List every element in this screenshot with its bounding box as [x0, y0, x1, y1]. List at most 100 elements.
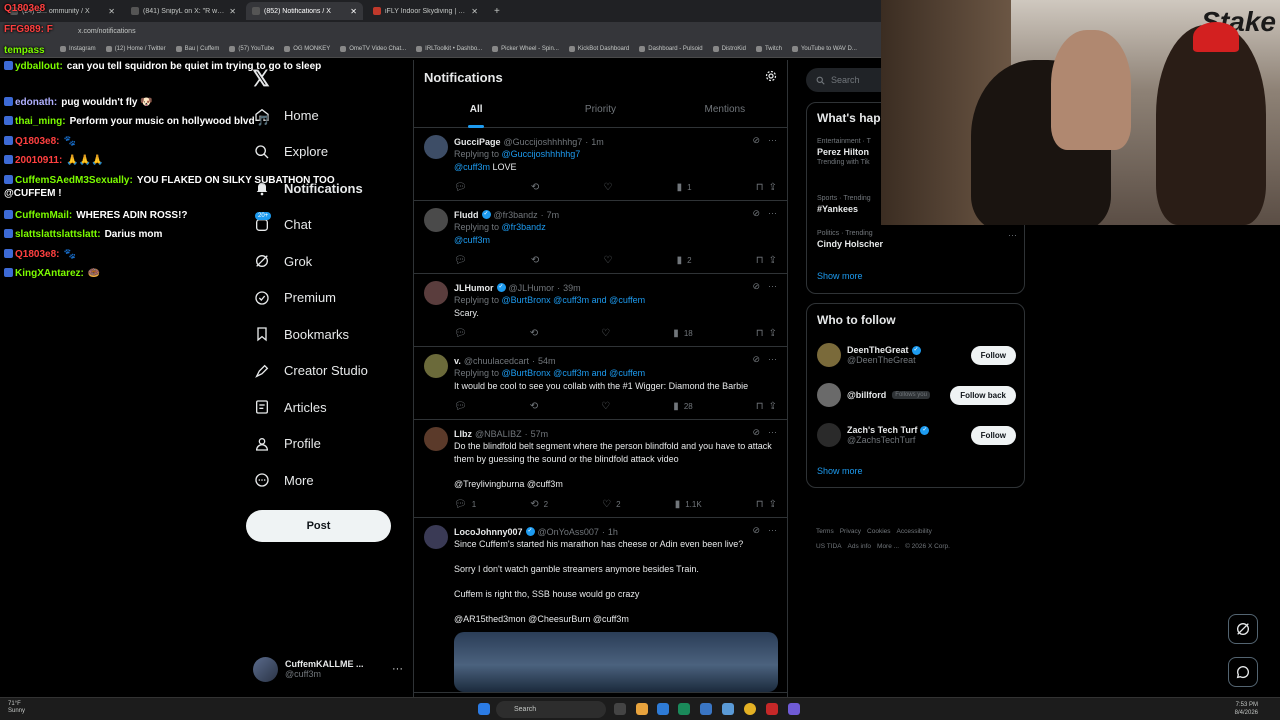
follow-name[interactable]: Zach's Tech Turf — [847, 425, 917, 435]
bookmark-button[interactable]: ⊓ — [756, 328, 764, 339]
author-handle[interactable]: @chuulacedcart — [464, 356, 529, 366]
footer-link[interactable]: US TIDA — [816, 543, 842, 550]
tag-links[interactable]: @AR15thed3mon @CheesurBurn @cuff3m — [454, 613, 777, 626]
repost-button[interactable]: ⟲ — [530, 401, 538, 412]
nav-item-profile[interactable]: Profile — [246, 426, 406, 463]
share-button[interactable]: ⇪ — [769, 255, 777, 266]
trend-item[interactable]: Politics · Trending Cindy Holscher ··· — [817, 230, 1017, 249]
close-icon[interactable]: ✕ — [471, 7, 478, 16]
footer-link[interactable]: Ads info — [848, 543, 872, 550]
reply-button[interactable]: 💬︎ — [454, 255, 467, 266]
author-name[interactable]: JLHumor — [454, 283, 494, 293]
views-button[interactable]: ▮ 28 — [673, 401, 692, 412]
grok-fab[interactable] — [1228, 614, 1258, 644]
views-button[interactable]: ▮ 1 — [677, 182, 692, 193]
reply-mentions[interactable]: @fr3bandz — [502, 222, 546, 232]
repost-button[interactable]: ⟲ — [531, 182, 539, 193]
reply-mentions[interactable]: @Guccijoshhhhhg7 — [502, 149, 581, 159]
like-button[interactable]: ♡ — [603, 182, 612, 193]
footer-link[interactable]: © 2026 X Corp. — [905, 543, 950, 550]
nav-item-articles[interactable]: Articles — [246, 389, 406, 426]
system-clock[interactable]: 7:53 PM 8/4/2026 — [1235, 701, 1258, 717]
bookmark-button[interactable]: ⊓ — [756, 401, 764, 412]
bookmark-button[interactable]: ⊓ — [756, 255, 764, 266]
bookmark-item[interactable]: Twitch — [755, 45, 782, 52]
avatar[interactable] — [424, 135, 448, 159]
author-name[interactable]: Fludd — [454, 210, 479, 220]
bookmark-item[interactable]: DistroKid — [712, 45, 746, 52]
avatar[interactable] — [817, 423, 841, 447]
avatar[interactable] — [817, 343, 841, 367]
post-button[interactable]: Post — [246, 510, 391, 542]
post-time[interactable]: 7m — [547, 210, 560, 220]
more-dots-icon[interactable]: ··· — [1008, 230, 1017, 240]
bookmark-button[interactable]: ⊓ — [756, 182, 764, 193]
follow-suggestion[interactable]: @billford Follows you Follow back — [817, 380, 1016, 410]
trends-show-more-link[interactable]: Show more — [817, 271, 863, 281]
notification-post[interactable]: Llbz @NBALIBZ · 57m Do the blindfold belt se… — [414, 420, 787, 518]
post-media-image[interactable] — [454, 632, 778, 692]
more-dots-icon[interactable]: ··· — [768, 208, 777, 219]
author-name[interactable]: LocoJohnny007 — [454, 527, 523, 537]
bookmark-button[interactable]: ⊓ — [756, 499, 764, 510]
tab-priority[interactable]: Priority — [538, 100, 662, 128]
notification-post[interactable]: GucciPage @Guccijoshhhhhg7 · 1m Replying to … — [414, 128, 787, 201]
like-button[interactable]: ♡ — [601, 328, 610, 339]
more-dots-icon[interactable]: ··· — [768, 281, 777, 292]
notification-post[interactable]: Fludd ✓ @fr3bandz · 7m Replying to @fr3bandz @… — [414, 201, 787, 274]
footer-link[interactable]: Accessibility — [897, 528, 932, 535]
account-switcher[interactable]: CuffemKALLME ... @cuff3m ··· — [253, 654, 403, 684]
footer-link[interactable]: Terms — [816, 528, 834, 535]
app-icon[interactable] — [766, 703, 778, 715]
reply-button[interactable]: 💬︎ 1 — [454, 499, 476, 510]
browser-tab[interactable]: iFLY Indoor Skydiving | Feel Wh... ✕ — [367, 2, 484, 20]
share-button[interactable]: ⇪ — [769, 401, 777, 412]
nav-item-more[interactable]: More — [246, 462, 406, 499]
post-time[interactable]: 57m — [531, 429, 549, 439]
post-time[interactable]: 54m — [538, 356, 556, 366]
post-time[interactable]: 39m — [563, 283, 581, 293]
reply-mentions[interactable]: @BurtBronx @cuff3m and @cuffem — [502, 295, 646, 305]
app-icon[interactable] — [700, 703, 712, 715]
bookmark-item[interactable]: KickBot Dashboard — [568, 45, 629, 52]
messages-fab[interactable] — [1228, 657, 1258, 687]
more-dots-icon[interactable]: ··· — [768, 354, 777, 365]
follow-suggestion[interactable]: Zach's Tech Turf ✓ @ZachsTechTurf Follow — [817, 420, 1016, 450]
author-handle[interactable]: @Guccijoshhhhhg7 — [504, 137, 583, 147]
bookmark-item[interactable]: YouTube to WAV D... — [791, 45, 857, 52]
views-button[interactable]: ▮ 1.1K — [675, 499, 702, 510]
author-name[interactable]: Llbz — [454, 429, 472, 439]
follow-show-more-link[interactable]: Show more — [817, 466, 863, 476]
more-dots-icon[interactable]: ··· — [768, 427, 777, 438]
app-icon[interactable] — [678, 703, 690, 715]
share-button[interactable]: ⇪ — [769, 328, 777, 339]
author-handle[interactable]: @JLHumor — [509, 283, 555, 293]
like-button[interactable]: ♡ — [603, 255, 612, 266]
follow-button[interactable]: Follow — [970, 345, 1016, 365]
grok-icon[interactable]: ⊘ — [752, 208, 760, 219]
avatar[interactable] — [424, 281, 448, 305]
author-name[interactable]: v. — [454, 356, 461, 366]
follow-name[interactable]: DeenTheGreat — [847, 345, 909, 355]
edge-icon[interactable] — [657, 703, 669, 715]
share-button[interactable]: ⇪ — [769, 499, 777, 510]
tab-mentions[interactable]: Mentions — [663, 100, 787, 128]
task-view-icon[interactable] — [614, 703, 626, 715]
gear-icon[interactable] — [765, 70, 777, 82]
avatar[interactable] — [817, 383, 841, 407]
post-time[interactable]: 1h — [608, 527, 618, 537]
nav-item-bookmarks[interactable]: Bookmarks — [246, 316, 406, 353]
follow-button[interactable]: Follow back — [950, 385, 1016, 405]
grok-icon[interactable]: ⊘ — [752, 281, 760, 292]
more-dots-icon[interactable]: ··· — [768, 525, 777, 536]
views-button[interactable]: ▮ 18 — [673, 328, 692, 339]
author-handle[interactable]: @NBALIBZ — [475, 429, 522, 439]
tag-links[interactable]: @Treylivingburna @cuff3m — [454, 478, 777, 491]
taskbar-search[interactable]: Search — [496, 701, 606, 718]
post-time[interactable]: 1m — [591, 137, 604, 147]
notification-post[interactable]: JLHumor ✓ @JLHumor · 39m Replying to @BurtBro… — [414, 274, 787, 347]
views-button[interactable]: ▮ 2 — [677, 255, 692, 266]
follow-name[interactable]: @billford — [847, 390, 886, 400]
mention-link[interactable]: @cuff3m — [454, 235, 490, 245]
more-dots-icon[interactable]: ··· — [768, 135, 777, 146]
